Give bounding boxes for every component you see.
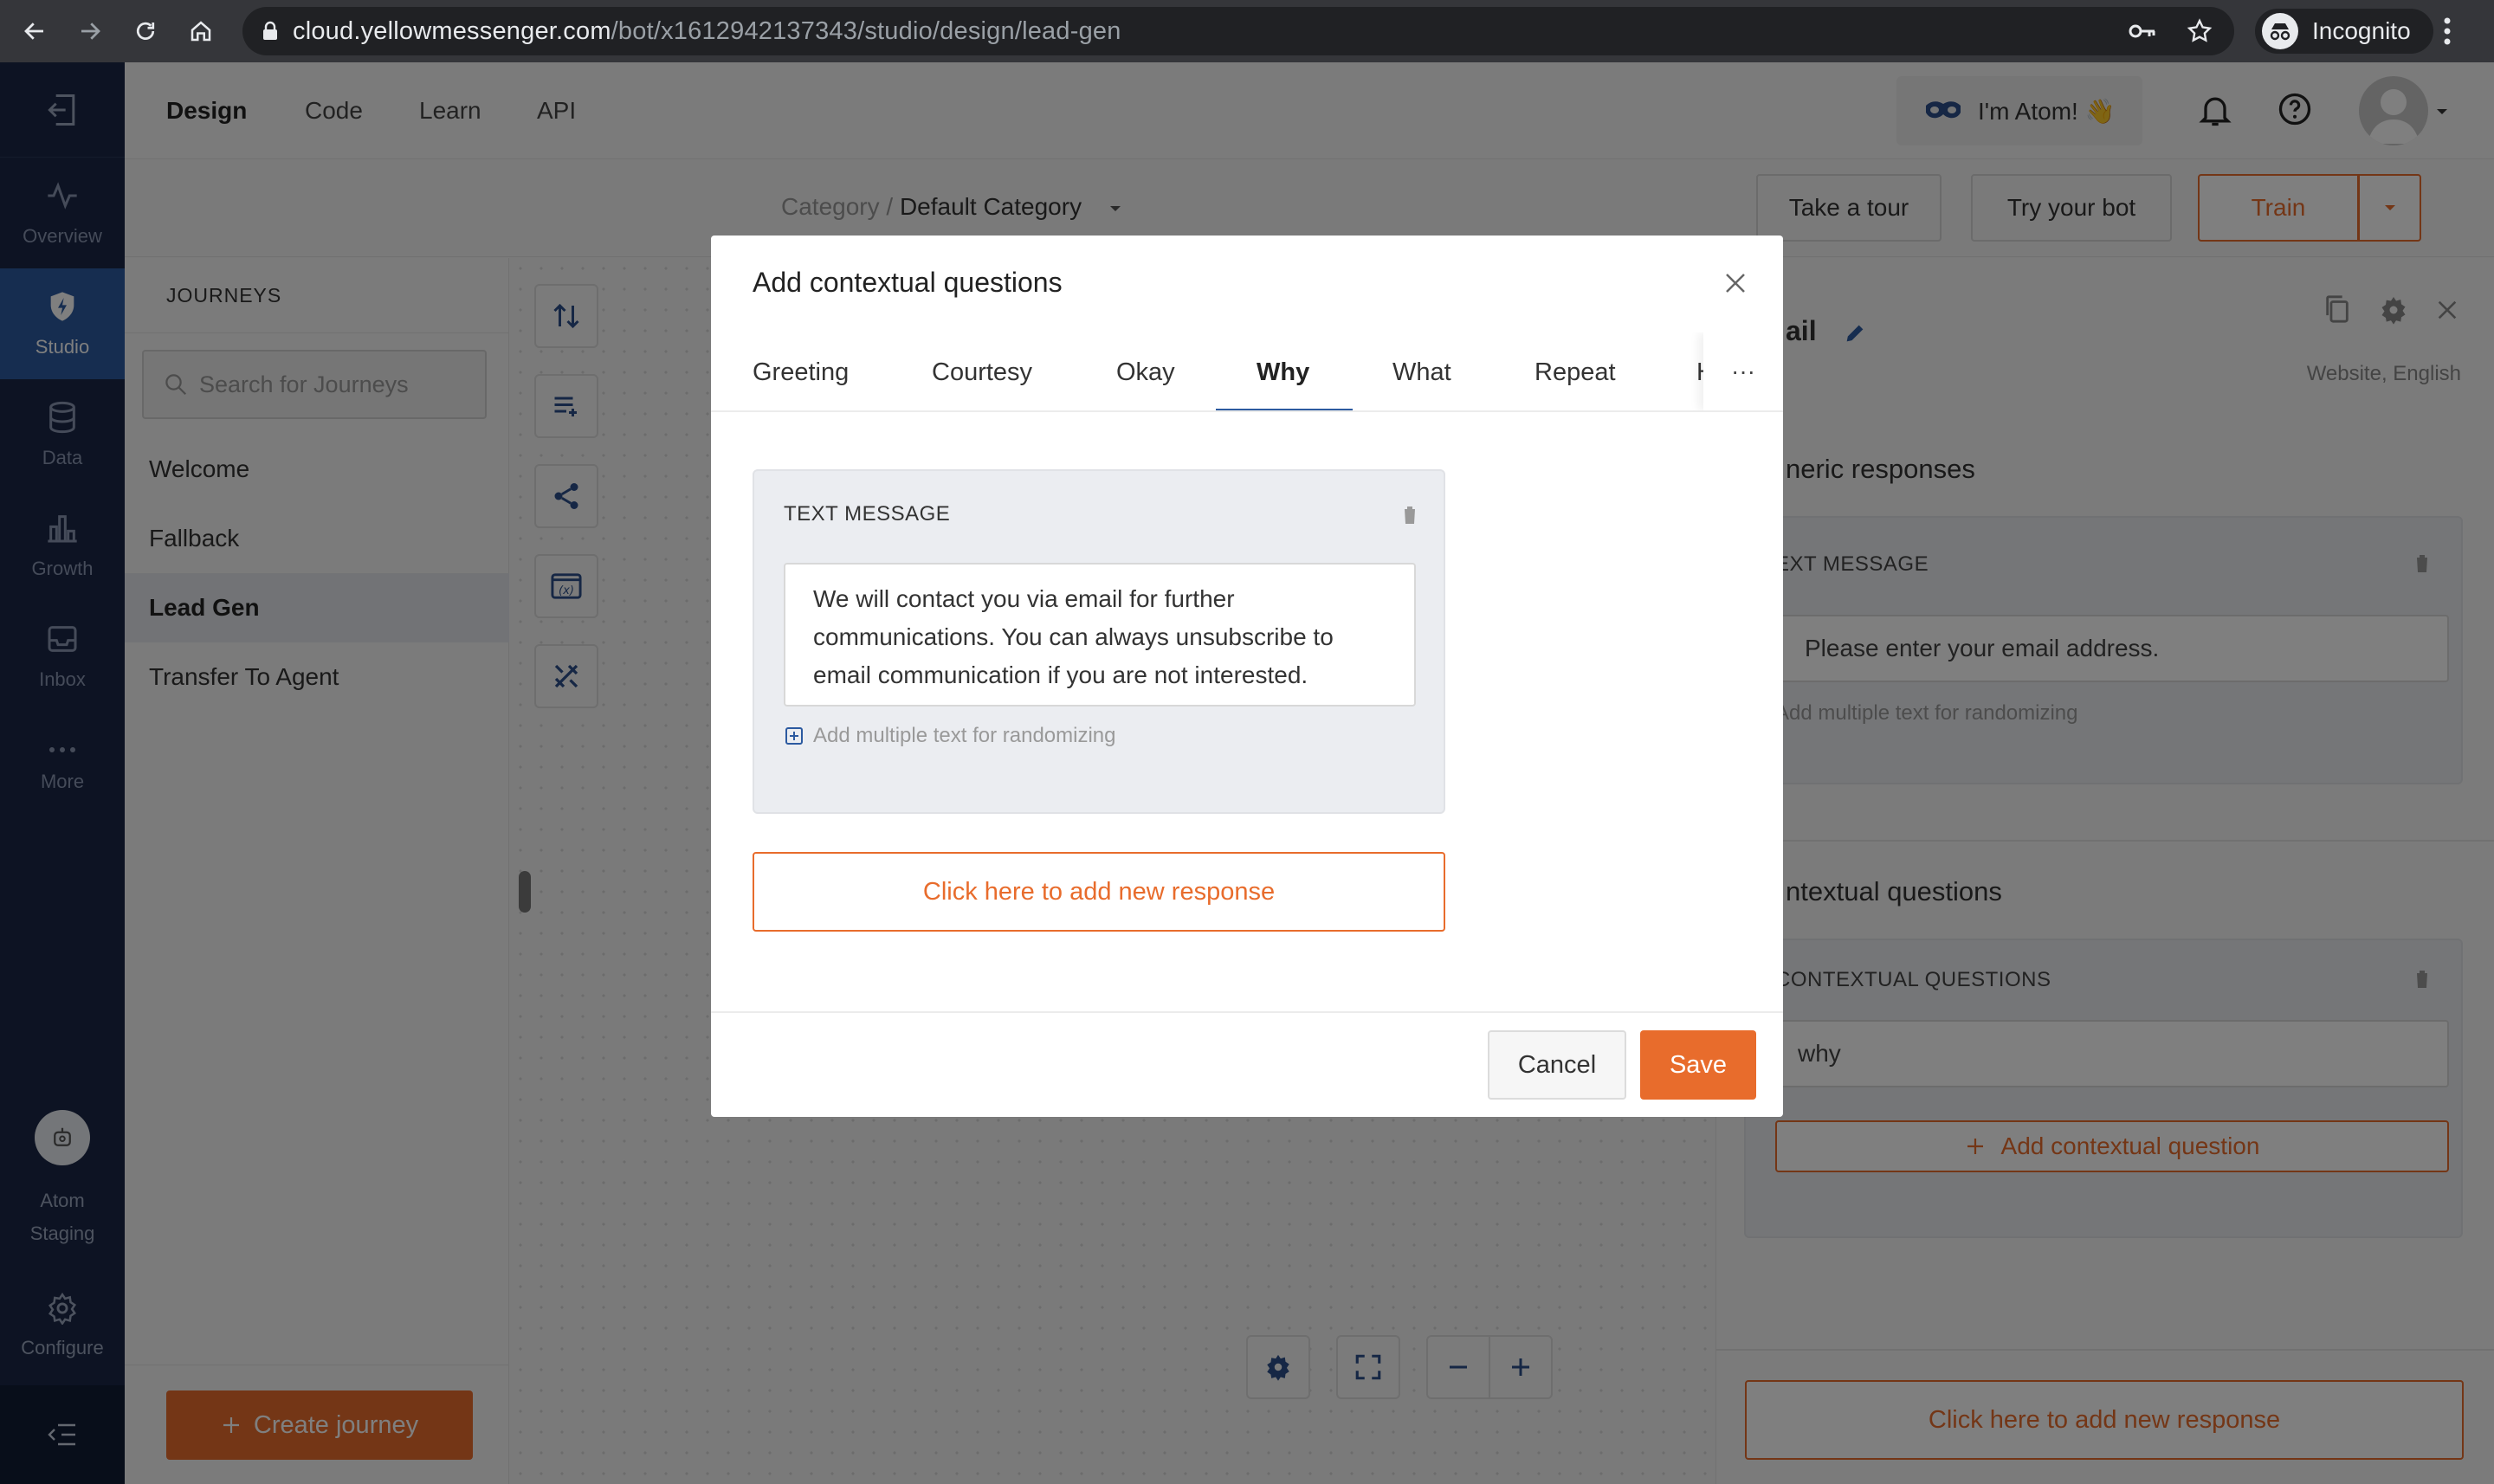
contextual-questions-modal: Add contextual questions Greeting Courte… xyxy=(711,236,1783,1117)
active-tab-indicator xyxy=(1216,409,1353,410)
modal-tabs: Greeting Courtesy Okay Why What Repeat H… xyxy=(711,332,1783,412)
reload-icon xyxy=(136,22,155,40)
tab-okay[interactable]: Okay xyxy=(1116,332,1175,410)
modal-title: Add contextual questions xyxy=(753,267,1063,298)
star-icon[interactable] xyxy=(2186,17,2213,45)
tab-greeting[interactable]: Greeting xyxy=(753,332,849,410)
add-new-response-button[interactable]: Click here to add new response xyxy=(753,852,1445,932)
home-button[interactable] xyxy=(180,10,222,52)
browser-chrome: cloud.yellowmessenger.com/bot/x161294213… xyxy=(0,0,2494,62)
cancel-button[interactable]: Cancel xyxy=(1488,1030,1626,1100)
key-icon[interactable] xyxy=(2129,23,2156,40)
back-button[interactable] xyxy=(14,10,55,52)
url-text: cloud.yellowmessenger.com/bot/x161294213… xyxy=(293,16,1121,45)
add-multiple-text-link[interactable]: Add multiple text for randomizing xyxy=(784,724,1116,748)
reload-button[interactable] xyxy=(125,10,166,52)
text-message-textarea[interactable]: We will contact you via email for furthe… xyxy=(784,563,1416,707)
incognito-icon xyxy=(2262,13,2298,49)
kebab-icon xyxy=(2444,17,2451,45)
home-icon xyxy=(191,21,211,42)
tab-repeat[interactable]: Repeat xyxy=(1535,332,1616,410)
trash-icon[interactable] xyxy=(1400,504,1419,526)
tab-what[interactable]: What xyxy=(1392,332,1451,410)
text-message-card: TEXT MESSAGE We will contact you via ema… xyxy=(753,469,1445,814)
arrow-right-icon xyxy=(81,23,100,40)
tab-why[interactable]: Why xyxy=(1257,332,1309,410)
incognito-badge[interactable]: Incognito xyxy=(2255,9,2433,54)
tab-courtesy[interactable]: Courtesy xyxy=(932,332,1032,410)
arrow-left-icon xyxy=(24,23,43,40)
more-tabs-button[interactable]: ··· xyxy=(1703,332,1783,410)
forward-button[interactable] xyxy=(69,10,111,52)
lock-icon xyxy=(262,21,279,42)
address-bar[interactable]: cloud.yellowmessenger.com/bot/x161294213… xyxy=(242,7,2234,55)
text-message-label: TEXT MESSAGE xyxy=(784,502,951,526)
save-button[interactable]: Save xyxy=(1640,1030,1756,1100)
close-icon[interactable] xyxy=(1722,270,1748,296)
plus-square-icon xyxy=(785,727,803,745)
browser-menu-button[interactable] xyxy=(2442,12,2452,50)
